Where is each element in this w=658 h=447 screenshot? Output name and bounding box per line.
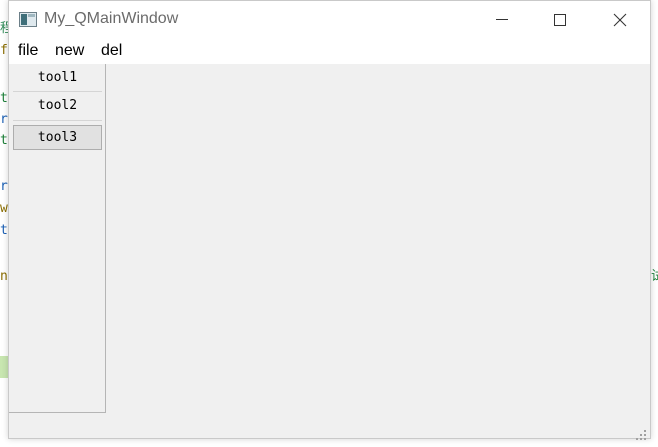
toolbar-separator [13,91,102,92]
menu-new[interactable]: new [55,42,84,60]
main-window: My_QMainWindow file new del tool1 tool2 … [8,0,651,440]
background-code-fragment: t [0,133,8,148]
background-highlight [0,356,8,378]
tool2-button[interactable]: tool2 [13,93,102,118]
background-code-fragment: r [0,112,8,127]
background-code-fragment: t [0,223,8,238]
close-button[interactable] [591,1,649,39]
background-code-fragment: t [0,91,8,106]
background-code-fragment: f [0,43,8,58]
tool1-button[interactable]: tool1 [13,65,102,90]
menu-file[interactable]: file [18,42,38,60]
background-code-fragment: w [0,201,8,216]
title-bar[interactable]: My_QMainWindow [9,1,650,39]
minimize-icon [496,19,508,20]
menu-bar: file new del [9,39,650,64]
window-title: My_QMainWindow [44,10,179,27]
maximize-button[interactable] [531,1,589,39]
background-code-fragment: r [0,179,8,194]
close-icon [613,13,627,27]
background-code-fragment: n [0,269,8,284]
app-icon [19,12,37,27]
tool3-button[interactable]: tool3 [13,125,102,150]
maximize-icon [554,14,566,26]
menu-del[interactable]: del [101,42,122,60]
minimize-button[interactable] [473,1,531,39]
background-code-fragment: 试 [651,269,658,284]
size-grip-icon[interactable] [636,425,646,440]
vertical-toolbar: tool1 tool2 tool3 [9,64,106,413]
toolbar-separator [13,120,102,121]
